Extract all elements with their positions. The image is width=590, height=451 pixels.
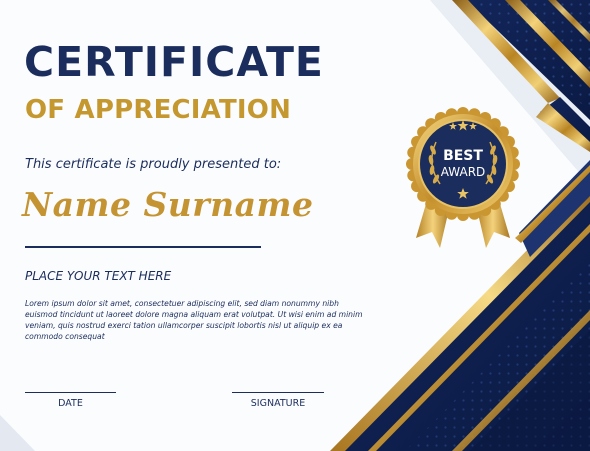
name-underline — [25, 246, 261, 248]
recipient-name: Name Surname — [22, 185, 314, 224]
certificate-subtitle: OF APPRECIATION — [25, 95, 292, 125]
date-label: DATE — [58, 398, 83, 409]
signature-label: SIGNATURE — [250, 398, 306, 409]
place-text: PLACE YOUR TEXT HERE — [25, 269, 172, 283]
badge-line2: AWARD — [441, 165, 486, 179]
body-text: Lorem ipsum dolor sit amet, consectetuer… — [25, 299, 363, 341]
presented-to-text: This certificate is proudly presented to… — [25, 157, 282, 172]
badge-line1: BEST — [443, 148, 483, 164]
certificate: CERTIFICATE OF APPRECIATION This certifi… — [0, 0, 590, 451]
signature-line — [232, 392, 324, 393]
date-line — [25, 392, 116, 393]
award-badge: BEST AWARD — [406, 107, 520, 248]
certificate-title: CERTIFICATE — [24, 38, 324, 86]
